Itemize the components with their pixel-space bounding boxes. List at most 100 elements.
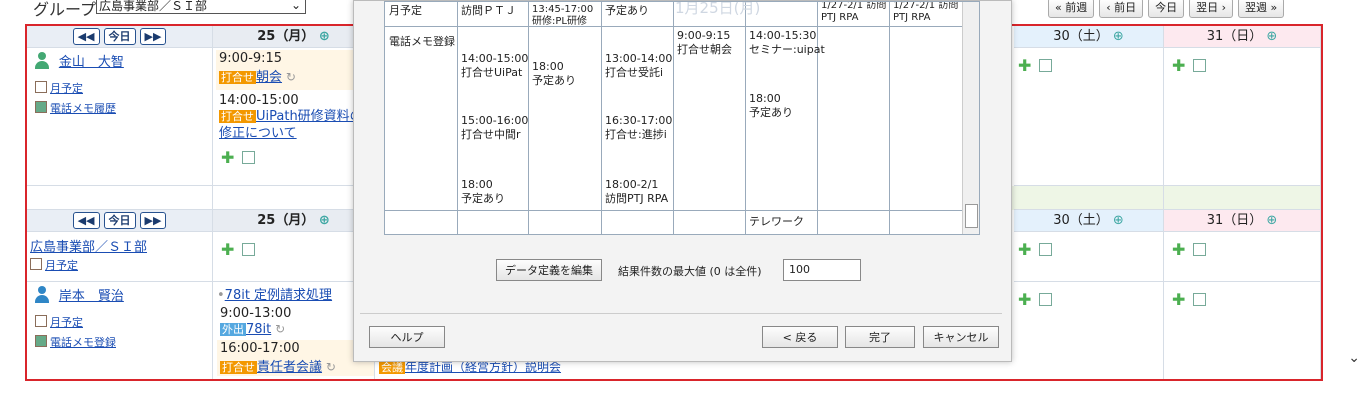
zoom-icon[interactable]: ⊕ — [319, 29, 330, 44]
zoom-icon[interactable]: ⊕ — [1266, 29, 1277, 44]
event-item[interactable]: 9:00-13:00 外出 78it ↻ — [217, 305, 374, 338]
phone-memo-register-link[interactable]: 電話メモ登録 — [50, 336, 116, 349]
add-event-icon[interactable]: ✚ — [221, 240, 234, 259]
prev-day-button[interactable]: ‹ 前日 — [1099, 0, 1144, 18]
prev-button[interactable]: ◀◀ — [72, 212, 100, 229]
grid-text: 予定あり — [532, 74, 576, 87]
event-title-link[interactable]: 78it — [246, 322, 271, 337]
day-cell-sun[interactable]: ✚ — [1164, 232, 1321, 282]
memo-add-icon[interactable] — [1039, 293, 1053, 306]
day-label: 31（日） — [1206, 213, 1263, 228]
max-results-label: 結果件数の最大値 (0 は全件) — [618, 265, 762, 278]
finish-button[interactable]: 完了 — [845, 326, 915, 348]
event-title-link[interactable]: 朝会 — [256, 70, 282, 85]
phone-memo-history-link[interactable]: 電話メモ履歴 — [50, 102, 116, 115]
next-button[interactable]: ▶▶ — [139, 212, 167, 229]
add-event-icon[interactable]: ✚ — [1018, 290, 1031, 309]
user-name-link[interactable]: 金山 大智 — [59, 55, 124, 70]
grid-text: 1/27-2/1 訪問PTJ RPA — [821, 1, 887, 23]
sep-cell — [1014, 186, 1164, 210]
zoom-icon[interactable]: ⊕ — [1266, 213, 1277, 228]
next-day-button[interactable]: 翌日 › — [1189, 0, 1234, 18]
add-event-icon[interactable]: ✚ — [1172, 290, 1185, 309]
add-event-icon[interactable]: ✚ — [1172, 240, 1185, 259]
zoom-icon[interactable]: ⊕ — [1113, 29, 1124, 44]
back-button[interactable]: < 戻る — [762, 326, 838, 348]
next-week-button[interactable]: 翌週 » — [1238, 0, 1285, 18]
day-header-mon[interactable]: 25（月） ⊕ — [213, 210, 375, 232]
calendar-icon — [30, 258, 42, 270]
grid-text: 訪問PTJ RPA — [605, 192, 669, 205]
day-cell-mon[interactable]: 9:00-9:15 打合せ 朝会 ↻ 14:00-15:00 打合せ UiPath研… — [213, 48, 375, 186]
memo-add-icon[interactable] — [1193, 293, 1207, 306]
day-cell-mon[interactable]: •78it 定例請求処理 9:00-13:00 外出 78it ↻ 16:00-1… — [213, 282, 375, 379]
memo-add-icon[interactable] — [1193, 59, 1207, 72]
memo-add-icon[interactable] — [242, 243, 256, 256]
event-title-link[interactable]: 責任者会議 — [257, 360, 322, 375]
day-cell-sat[interactable]: ✚ — [1014, 282, 1164, 379]
day-cell-sun[interactable]: ✚ — [1164, 282, 1321, 379]
day-header-sun[interactable]: 31（日） ⊕ — [1164, 210, 1321, 232]
event-item[interactable]: •78it 定例請求処理 — [217, 284, 374, 303]
user-icon — [35, 286, 49, 304]
memo-add-icon[interactable] — [1039, 243, 1053, 256]
prev-week-button[interactable]: « 前週 — [1048, 0, 1095, 18]
next-button[interactable]: ▶▶ — [139, 28, 167, 45]
grid-col — [889, 2, 964, 234]
add-event-icon[interactable]: ✚ — [1018, 240, 1031, 259]
day-cell-sat[interactable]: ✚ — [1014, 48, 1164, 186]
today-small-button[interactable]: 今日 — [103, 28, 136, 45]
day-header-mon[interactable]: 25（月） ⊕ — [213, 26, 375, 48]
day-cell-mon[interactable]: ✚ — [213, 232, 375, 282]
grid-text: 13:00-14:00 — [605, 52, 673, 65]
group-select[interactable]: 広島事業部／ＳＩ部 ⌄ — [96, 0, 306, 14]
day-label: 25（月） — [257, 29, 315, 44]
add-event-icon[interactable]: ✚ — [221, 148, 234, 167]
grid-text: 予定あり — [461, 192, 505, 205]
grid-scrollbar[interactable] — [962, 2, 979, 234]
grid-text: テレワーク — [749, 215, 804, 228]
zoom-icon[interactable]: ⊕ — [1113, 213, 1124, 228]
group-name-link[interactable]: 広島事業部／ＳＩ部 — [30, 236, 212, 255]
memo-add-icon[interactable] — [1039, 59, 1053, 72]
today-button[interactable]: 今日 — [1148, 0, 1185, 18]
day-header-sun[interactable]: 31（日） ⊕ — [1164, 26, 1321, 48]
memo-add-icon[interactable] — [242, 151, 256, 164]
month-schedule-link[interactable]: 月予定 — [45, 259, 78, 272]
edit-data-definition-button[interactable]: データ定義を編集 — [496, 259, 602, 281]
repeat-icon: ↻ — [275, 322, 286, 336]
help-button[interactable]: ヘルプ — [369, 326, 445, 348]
event-title-link[interactable]: 78it 定例請求処理 — [225, 288, 332, 303]
month-schedule-link[interactable]: 月予定 — [50, 316, 83, 329]
event-item[interactable]: 16:00-17:00 打合せ 責任者会議 ↻ — [217, 340, 374, 376]
group-cell: 広島事業部／ＳＩ部 月予定 — [27, 232, 213, 282]
day-cell-sun[interactable]: ✚ — [1164, 48, 1321, 186]
event-item[interactable]: 9:00-9:15 打合せ 朝会 ↻ — [216, 50, 374, 90]
prev-button[interactable]: ◀◀ — [72, 28, 100, 45]
day-header-sat[interactable]: 30（土） ⊕ — [1014, 26, 1164, 48]
sep-cell — [1164, 186, 1321, 210]
memo-add-icon[interactable] — [1193, 243, 1207, 256]
event-title-link[interactable]: 年度計画（経営方針）説明会 — [405, 360, 561, 374]
day-header-sat[interactable]: 30（土） ⊕ — [1014, 210, 1164, 232]
add-event-icon[interactable]: ✚ — [1172, 56, 1185, 75]
page-scroll-down-icon[interactable]: ⌄ — [1348, 350, 1360, 366]
add-event-icon[interactable]: ✚ — [1018, 56, 1031, 75]
max-results-input[interactable]: 100 — [783, 259, 861, 281]
user-name-link[interactable]: 岸本 賢治 — [59, 289, 124, 304]
repeat-icon: ↻ — [325, 360, 336, 374]
day-cell-sat[interactable]: ✚ — [1014, 232, 1164, 282]
event-time: 16:00-17:00 — [220, 341, 300, 356]
date-nav: « 前週 ‹ 前日 今日 翌日 › 翌週 » — [1048, 0, 1285, 18]
phone-memo-icon — [35, 101, 47, 113]
event-item[interactable]: 14:00-15:00 打合せ UiPath研修資料の修正について — [219, 93, 374, 142]
month-schedule-link[interactable]: 月予定 — [50, 82, 83, 95]
header-nav-cell: ◀◀ 今日 ▶▶ — [27, 26, 213, 48]
grid-text: セミナー:uipat — [749, 43, 825, 56]
scrollbar-thumb[interactable] — [965, 204, 978, 228]
cancel-button[interactable]: キャンセル — [923, 326, 999, 348]
today-small-button[interactable]: 今日 — [103, 212, 136, 229]
chevron-down-icon: ⌄ — [290, 0, 301, 12]
zoom-icon[interactable]: ⊕ — [319, 213, 330, 228]
grid-text: 18:00-2/1 — [605, 178, 659, 191]
